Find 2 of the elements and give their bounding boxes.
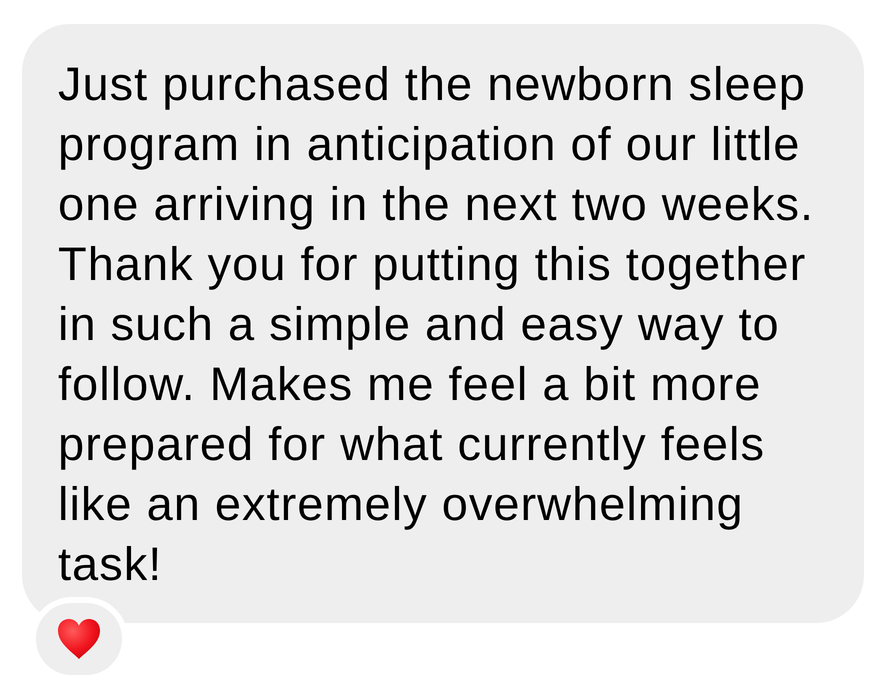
message-text: Just purchased the newborn sleep program in anticipation of our little one arriving in the next two weeks. Thank you for putting this together in such a simple and easy way to follow. Makes me feel a bit more prepared for what currently feels like an extremely overwhelming task! [58, 56, 816, 592]
heart-icon [58, 619, 100, 659]
